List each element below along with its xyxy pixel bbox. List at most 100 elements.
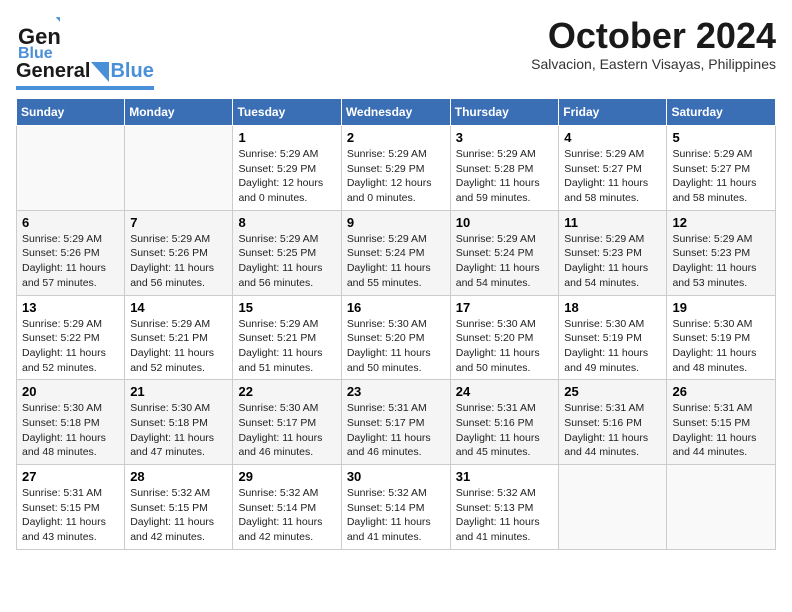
calendar-cell: 11 Sunrise: 5:29 AMSunset: 5:23 PMDayligh… <box>559 210 667 295</box>
day-info: Sunrise: 5:29 AMSunset: 5:24 PMDaylight:… <box>347 232 445 291</box>
day-number: 3 <box>456 130 554 145</box>
calendar-cell: 4 Sunrise: 5:29 AMSunset: 5:27 PMDaylight… <box>559 126 667 211</box>
calendar-cell: 5 Sunrise: 5:29 AMSunset: 5:27 PMDaylight… <box>667 126 776 211</box>
calendar-cell: 1 Sunrise: 5:29 AMSunset: 5:29 PMDaylight… <box>233 126 341 211</box>
day-number: 17 <box>456 300 554 315</box>
day-number: 27 <box>22 469 119 484</box>
day-info: Sunrise: 5:29 AMSunset: 5:27 PMDaylight:… <box>672 147 770 206</box>
logo: General Blue General Blue <box>16 16 154 90</box>
header-sunday: Sunday <box>17 99 125 126</box>
day-number: 8 <box>238 215 335 230</box>
day-info: Sunrise: 5:30 AMSunset: 5:20 PMDaylight:… <box>347 317 445 376</box>
day-info: Sunrise: 5:29 AMSunset: 5:21 PMDaylight:… <box>130 317 227 376</box>
day-info: Sunrise: 5:29 AMSunset: 5:26 PMDaylight:… <box>22 232 119 291</box>
day-info: Sunrise: 5:32 AMSunset: 5:14 PMDaylight:… <box>238 486 335 545</box>
calendar-cell: 21Sunrise: 5:30 AMSunset: 5:18 PMDayligh… <box>125 380 233 465</box>
calendar-cell: 26Sunrise: 5:31 AMSunset: 5:15 PMDayligh… <box>667 380 776 465</box>
day-number: 9 <box>347 215 445 230</box>
day-number: 28 <box>130 469 227 484</box>
calendar-cell: 30 Sunrise: 5:32 AMSunset: 5:14 PMDayligh… <box>341 465 450 550</box>
day-number: 5 <box>672 130 770 145</box>
logo-underline <box>16 86 154 90</box>
calendar-cell: 10 Sunrise: 5:29 AMSunset: 5:24 PMDayligh… <box>450 210 559 295</box>
day-number: 25 <box>564 384 661 399</box>
day-number: 10 <box>456 215 554 230</box>
header-wednesday: Wednesday <box>341 99 450 126</box>
day-number: 24 <box>456 384 554 399</box>
week-row-4: 20 Sunrise: 5:30 AMSunset: 5:18 PMDayligh… <box>17 380 776 465</box>
header-saturday: Saturday <box>667 99 776 126</box>
calendar-cell: 18Sunrise: 5:30 AMSunset: 5:19 PMDayligh… <box>559 295 667 380</box>
day-number: 15 <box>238 300 335 315</box>
day-number: 14 <box>130 300 227 315</box>
day-number: 29 <box>238 469 335 484</box>
header-friday: Friday <box>559 99 667 126</box>
day-info: Sunrise: 5:29 AMSunset: 5:25 PMDaylight:… <box>238 232 335 291</box>
day-number: 18 <box>564 300 661 315</box>
calendar-cell: 6Sunrise: 5:29 AMSunset: 5:26 PMDaylight… <box>17 210 125 295</box>
day-number: 23 <box>347 384 445 399</box>
day-info: Sunrise: 5:29 AMSunset: 5:29 PMDaylight:… <box>238 147 335 206</box>
day-info: Sunrise: 5:30 AMSunset: 5:17 PMDaylight:… <box>238 401 335 460</box>
day-number: 7 <box>130 215 227 230</box>
day-info: Sunrise: 5:31 AMSunset: 5:17 PMDaylight:… <box>347 401 445 460</box>
calendar-cell: 28 Sunrise: 5:32 AMSunset: 5:15 PMDayligh… <box>125 465 233 550</box>
calendar-cell: 24 Sunrise: 5:31 AMSunset: 5:16 PMDayligh… <box>450 380 559 465</box>
day-info: Sunrise: 5:32 AMSunset: 5:15 PMDaylight:… <box>130 486 227 545</box>
day-number: 11 <box>564 215 661 230</box>
header-thursday: Thursday <box>450 99 559 126</box>
day-number: 4 <box>564 130 661 145</box>
day-info: Sunrise: 5:31 AMSunset: 5:16 PMDaylight:… <box>456 401 554 460</box>
week-row-1: 1 Sunrise: 5:29 AMSunset: 5:29 PMDaylight… <box>17 126 776 211</box>
day-info: Sunrise: 5:29 AMSunset: 5:23 PMDaylight:… <box>672 232 770 291</box>
day-info: Sunrise: 5:30 AMSunset: 5:18 PMDaylight:… <box>22 401 119 460</box>
day-number: 12 <box>672 215 770 230</box>
day-info: Sunrise: 5:29 AMSunset: 5:23 PMDaylight:… <box>564 232 661 291</box>
calendar-cell: 2Sunrise: 5:29 AMSunset: 5:29 PMDaylight… <box>341 126 450 211</box>
day-info: Sunrise: 5:30 AMSunset: 5:20 PMDaylight:… <box>456 317 554 376</box>
day-info: Sunrise: 5:30 AMSunset: 5:19 PMDaylight:… <box>672 317 770 376</box>
calendar-cell <box>559 465 667 550</box>
svg-text:Blue: Blue <box>18 45 53 60</box>
day-info: Sunrise: 5:29 AMSunset: 5:27 PMDaylight:… <box>564 147 661 206</box>
day-number: 13 <box>22 300 119 315</box>
week-row-5: 27 Sunrise: 5:31 AMSunset: 5:15 PMDayligh… <box>17 465 776 550</box>
week-row-3: 13 Sunrise: 5:29 AMSunset: 5:22 PMDayligh… <box>17 295 776 380</box>
calendar-cell <box>17 126 125 211</box>
page-header: General Blue General Blue October 2024 S… <box>16 16 776 90</box>
calendar-header-row: SundayMondayTuesdayWednesdayThursdayFrid… <box>17 99 776 126</box>
day-info: Sunrise: 5:29 AMSunset: 5:21 PMDaylight:… <box>238 317 335 376</box>
day-number: 26 <box>672 384 770 399</box>
calendar-cell: 23 Sunrise: 5:31 AMSunset: 5:17 PMDayligh… <box>341 380 450 465</box>
title-section: October 2024 Salvacion, Eastern Visayas,… <box>531 16 776 72</box>
day-number: 30 <box>347 469 445 484</box>
day-info: Sunrise: 5:29 AMSunset: 5:28 PMDaylight:… <box>456 147 554 206</box>
day-number: 2 <box>347 130 445 145</box>
calendar-cell: 22Sunrise: 5:30 AMSunset: 5:17 PMDayligh… <box>233 380 341 465</box>
day-number: 1 <box>238 130 335 145</box>
header-tuesday: Tuesday <box>233 99 341 126</box>
logo-blue: Blue <box>110 60 153 83</box>
day-info: Sunrise: 5:32 AMSunset: 5:14 PMDaylight:… <box>347 486 445 545</box>
month-title: October 2024 <box>531 16 776 56</box>
day-info: Sunrise: 5:30 AMSunset: 5:18 PMDaylight:… <box>130 401 227 460</box>
day-info: Sunrise: 5:31 AMSunset: 5:15 PMDaylight:… <box>22 486 119 545</box>
calendar-cell: 7Sunrise: 5:29 AMSunset: 5:26 PMDaylight… <box>125 210 233 295</box>
calendar-table: SundayMondayTuesdayWednesdayThursdayFrid… <box>16 98 776 550</box>
calendar-cell: 9 Sunrise: 5:29 AMSunset: 5:24 PMDaylight… <box>341 210 450 295</box>
day-number: 31 <box>456 469 554 484</box>
day-info: Sunrise: 5:29 AMSunset: 5:22 PMDaylight:… <box>22 317 119 376</box>
logo-general: General <box>16 60 90 83</box>
calendar-cell: 29 Sunrise: 5:32 AMSunset: 5:14 PMDayligh… <box>233 465 341 550</box>
day-number: 16 <box>347 300 445 315</box>
calendar-cell <box>667 465 776 550</box>
location-subtitle: Salvacion, Eastern Visayas, Philippines <box>531 56 776 72</box>
day-number: 20 <box>22 384 119 399</box>
calendar-cell: 14 Sunrise: 5:29 AMSunset: 5:21 PMDayligh… <box>125 295 233 380</box>
logo-arrow-icon <box>91 62 109 82</box>
calendar-cell: 17 Sunrise: 5:30 AMSunset: 5:20 PMDayligh… <box>450 295 559 380</box>
calendar-cell: 31Sunrise: 5:32 AMSunset: 5:13 PMDayligh… <box>450 465 559 550</box>
calendar-cell: 15 Sunrise: 5:29 AMSunset: 5:21 PMDayligh… <box>233 295 341 380</box>
calendar-cell: 3 Sunrise: 5:29 AMSunset: 5:28 PMDaylight… <box>450 126 559 211</box>
day-info: Sunrise: 5:29 AMSunset: 5:24 PMDaylight:… <box>456 232 554 291</box>
